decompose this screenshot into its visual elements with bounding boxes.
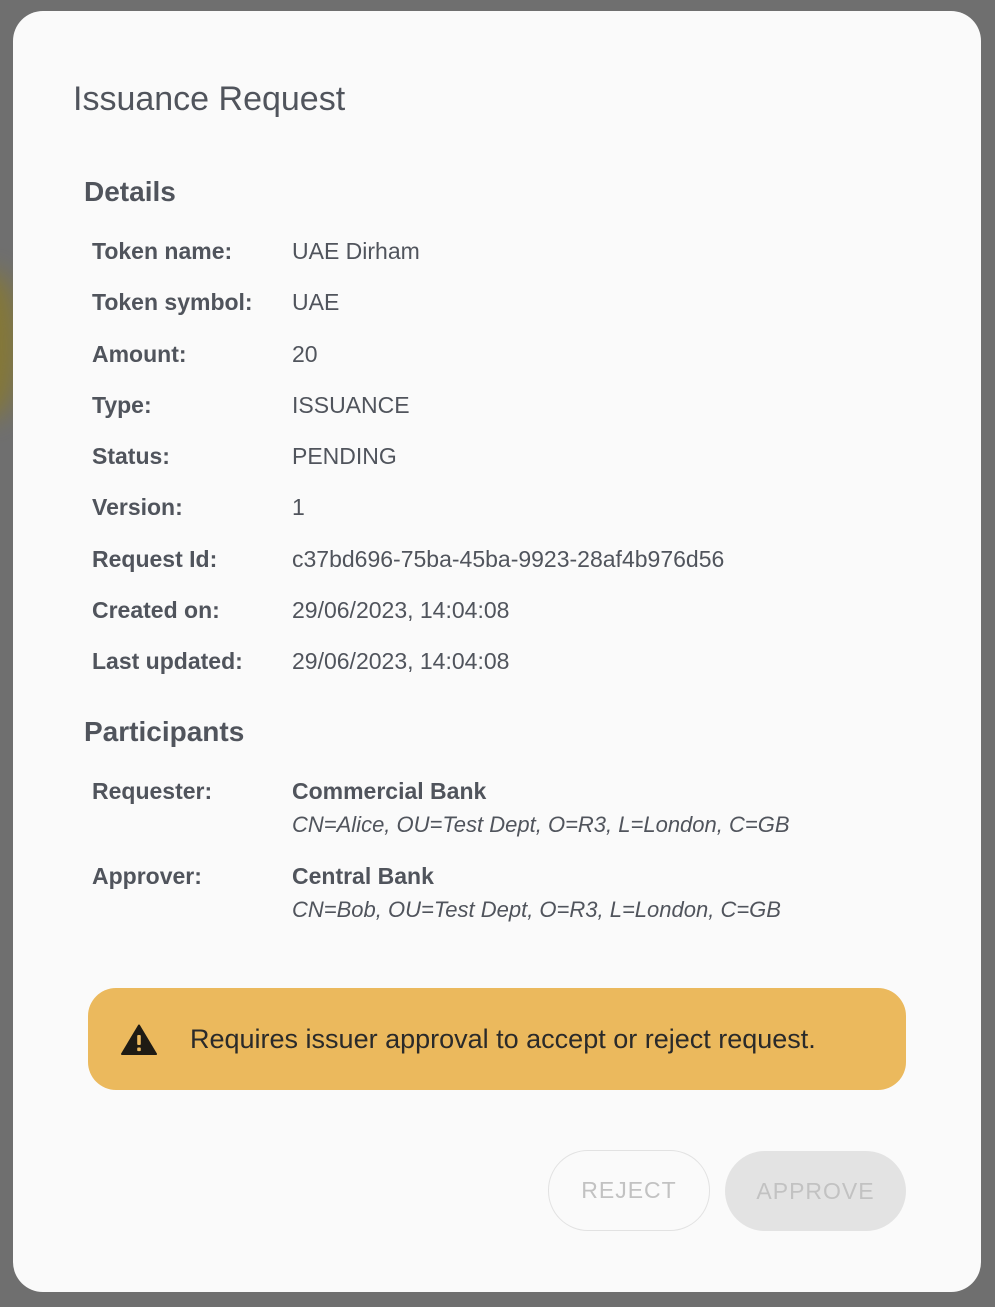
participant-info: Central Bank CN=Bob, OU=Test Dept, O=R3,…	[292, 861, 781, 946]
detail-value: 20	[292, 340, 318, 367]
detail-value: PENDING	[292, 443, 397, 470]
detail-label: Request Id:	[92, 545, 218, 572]
detail-row-status: Status: PENDING	[92, 441, 912, 492]
detail-row-amount: Amount: 20	[92, 339, 912, 390]
approve-button[interactable]: APPROVE	[725, 1151, 906, 1231]
detail-label: Version:	[92, 494, 183, 521]
detail-value: 1	[292, 494, 305, 521]
participants-heading: Participants	[84, 716, 245, 747]
details-heading: Details	[84, 176, 176, 207]
participant-name: Commercial Bank	[292, 778, 487, 804]
detail-value: c37bd696-75ba-45ba-9923-28af4b976d56	[292, 545, 725, 572]
detail-label: Created on:	[92, 597, 220, 624]
dialog-title: Issuance Request	[73, 80, 346, 118]
detail-row-created-on: Created on: 29/06/2023, 14:04:08	[92, 595, 912, 646]
participants-list: Requester: Commercial Bank CN=Alice, OU=…	[92, 776, 912, 946]
detail-row-request-id: Request Id: c37bd696-75ba-45ba-9923-28af…	[92, 544, 912, 595]
detail-row-version: Version: 1	[92, 492, 912, 543]
detail-value: UAE Dirham	[292, 238, 420, 264]
detail-row-last-updated: Last updated: 29/06/2023, 14:04:08	[92, 646, 912, 697]
detail-label: Last updated:	[92, 648, 243, 675]
participant-info: Commercial Bank CN=Alice, OU=Test Dept, …	[292, 776, 790, 861]
detail-label: Type:	[92, 391, 152, 418]
detail-value: 29/06/2023, 14:04:08	[292, 597, 510, 624]
detail-row-type: Type: ISSUANCE	[92, 390, 912, 441]
issuance-request-dialog: Issuance Request Details Token name: UAE…	[13, 11, 981, 1292]
detail-value: 29/06/2023, 14:04:08	[292, 648, 510, 675]
participant-label: Requester:	[92, 778, 213, 804]
details-list: Token name: UAE Dirham Token symbol: UAE…	[92, 236, 912, 698]
detail-value: UAE	[292, 289, 340, 316]
warning-icon	[121, 1024, 157, 1055]
detail-row-token-name: Token name: UAE Dirham	[92, 236, 912, 287]
detail-label: Amount:	[92, 340, 187, 367]
approval-warning-alert: Requires issuer approval to accept or re…	[88, 988, 906, 1090]
detail-label: Token name:	[92, 238, 233, 264]
detail-value: ISSUANCE	[292, 391, 410, 418]
alert-message: Requires issuer approval to accept or re…	[190, 1024, 816, 1054]
participant-row-approver: Approver: Central Bank CN=Bob, OU=Test D…	[92, 861, 912, 946]
participant-label: Approver:	[92, 863, 202, 889]
participant-distinguished-name: CN=Bob, OU=Test Dept, O=R3, L=London, C=…	[292, 897, 781, 922]
reject-button[interactable]: REJECT	[548, 1150, 710, 1231]
participant-distinguished-name: CN=Alice, OU=Test Dept, O=R3, L=London, …	[292, 812, 790, 837]
detail-label: Token symbol:	[92, 289, 253, 316]
detail-row-token-symbol: Token symbol: UAE	[92, 287, 912, 338]
participant-name: Central Bank	[292, 863, 434, 889]
participant-row-requester: Requester: Commercial Bank CN=Alice, OU=…	[92, 776, 912, 861]
detail-label: Status:	[92, 443, 170, 470]
